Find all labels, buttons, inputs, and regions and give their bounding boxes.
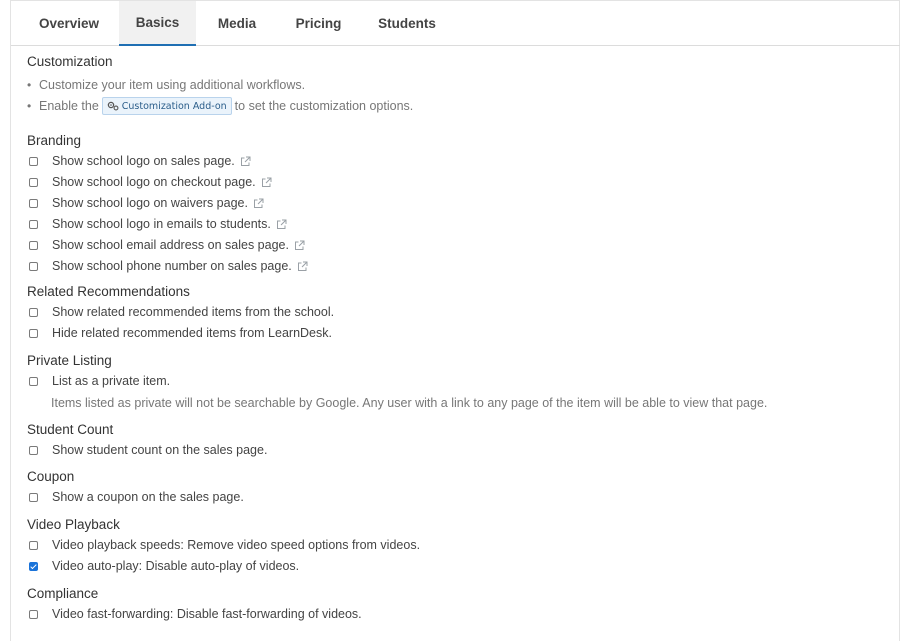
checkbox-label: Show school logo on checkout page. [52,175,256,189]
video-playback-autoplay[interactable]: Video auto-play: Disable auto-play of vi… [29,557,299,575]
checkbox-label: Show school logo in emails to students. [52,217,271,231]
tab-overview[interactable]: Overview [19,1,119,46]
related-item-hide[interactable]: Hide related recommended items from Lear… [29,324,332,342]
student-count-item[interactable]: Show student count on the sales page. [29,441,267,459]
checkbox-label: Show a coupon on the sales page. [52,490,244,504]
branding-item-logo-sales[interactable]: Show school logo on sales page. [29,152,251,170]
checkbox[interactable] [29,445,38,455]
external-link-icon[interactable] [253,198,264,209]
tab-pricing[interactable]: Pricing [278,1,359,46]
branding-item-phone-sales[interactable]: Show school phone number on sales page. [29,257,308,275]
checkbox-label: Show related recommended items from the … [52,305,335,319]
bullet-dot: • [27,99,32,113]
bullet-dot: • [27,78,32,92]
external-link-icon[interactable] [297,261,308,272]
private-listing-helper: Items listed as private will not be sear… [51,396,768,410]
private-listing-item[interactable]: List as a private item. [29,372,170,390]
coupon-heading: Coupon [27,469,75,484]
tab-basics[interactable]: Basics [119,1,196,46]
checkbox-label: Video playback speeds: Remove video spee… [52,538,421,552]
checkbox[interactable] [29,328,38,338]
branding-item-logo-checkout[interactable]: Show school logo on checkout page. [29,173,272,191]
checkbox-label: Show school logo on sales page. [52,154,235,168]
related-heading: Related Recommendations [27,284,190,299]
checkbox[interactable] [29,261,38,271]
gears-icon [107,101,119,111]
checkbox[interactable] [29,376,38,386]
external-link-icon[interactable] [240,156,251,167]
branding-item-logo-waivers[interactable]: Show school logo on waivers page. [29,194,264,212]
branding-item-email-sales[interactable]: Show school email address on sales page. [29,236,305,254]
tab-students[interactable]: Students [359,1,455,46]
customization-bullet-2-suffix: to set the customization options. [234,99,414,113]
checkbox-label: Show student count on the sales page. [52,443,268,457]
customization-addon-button[interactable]: Customization Add-on [101,97,232,115]
customization-bullet-1-text: Customize your item using additional wor… [39,78,306,92]
checkbox[interactable] [29,240,38,250]
coupon-item[interactable]: Show a coupon on the sales page. [29,488,244,506]
customization-addon-label: Customization Add-on [121,100,227,112]
customization-heading: Customization [27,54,113,69]
checkbox-checked[interactable] [29,561,38,571]
checkbox-label: Video fast-forwarding: Disable fast-forw… [52,607,362,621]
tab-media[interactable]: Media [196,1,278,46]
customization-bullet-2: • Enable the Customization Add-on to set… [27,96,413,116]
related-item-show[interactable]: Show related recommended items from the … [29,303,334,321]
branding-heading: Branding [27,133,82,148]
settings-panel: Overview Basics Media Pricing Students C… [10,0,900,641]
checkbox[interactable] [29,177,38,187]
checkbox-label: Video auto-play: Disable auto-play of vi… [52,559,300,573]
compliance-heading: Compliance [27,586,99,601]
tab-bar: Overview Basics Media Pricing Students [11,0,900,46]
checkbox-label: Hide related recommended items from Lear… [52,326,332,340]
checkbox[interactable] [29,307,38,317]
checkbox[interactable] [29,540,38,550]
checkbox-label: Show school logo on waivers page. [52,196,248,210]
checkbox-label: Show school phone number on sales page. [52,259,292,273]
external-link-icon[interactable] [276,219,287,230]
customization-bullet-2-prefix: Enable the [39,99,99,113]
checkbox[interactable] [29,219,38,229]
private-listing-heading: Private Listing [27,353,112,368]
checkbox[interactable] [29,492,38,502]
checkbox-label: Show school email address on sales page. [52,238,289,252]
external-link-icon[interactable] [294,240,305,251]
student-count-heading: Student Count [27,422,114,437]
external-link-icon[interactable] [261,177,272,188]
branding-item-logo-emails[interactable]: Show school logo in emails to students. [29,215,287,233]
video-playback-heading: Video Playback [27,517,120,532]
video-playback-speeds[interactable]: Video playback speeds: Remove video spee… [29,536,420,554]
checkbox[interactable] [29,156,38,166]
checkbox[interactable] [29,198,38,208]
customization-bullet-1: • Customize your item using additional w… [27,77,305,93]
compliance-item[interactable]: Video fast-forwarding: Disable fast-forw… [29,605,362,623]
checkbox[interactable] [29,609,38,619]
checkbox-label: List as a private item. [52,374,171,388]
